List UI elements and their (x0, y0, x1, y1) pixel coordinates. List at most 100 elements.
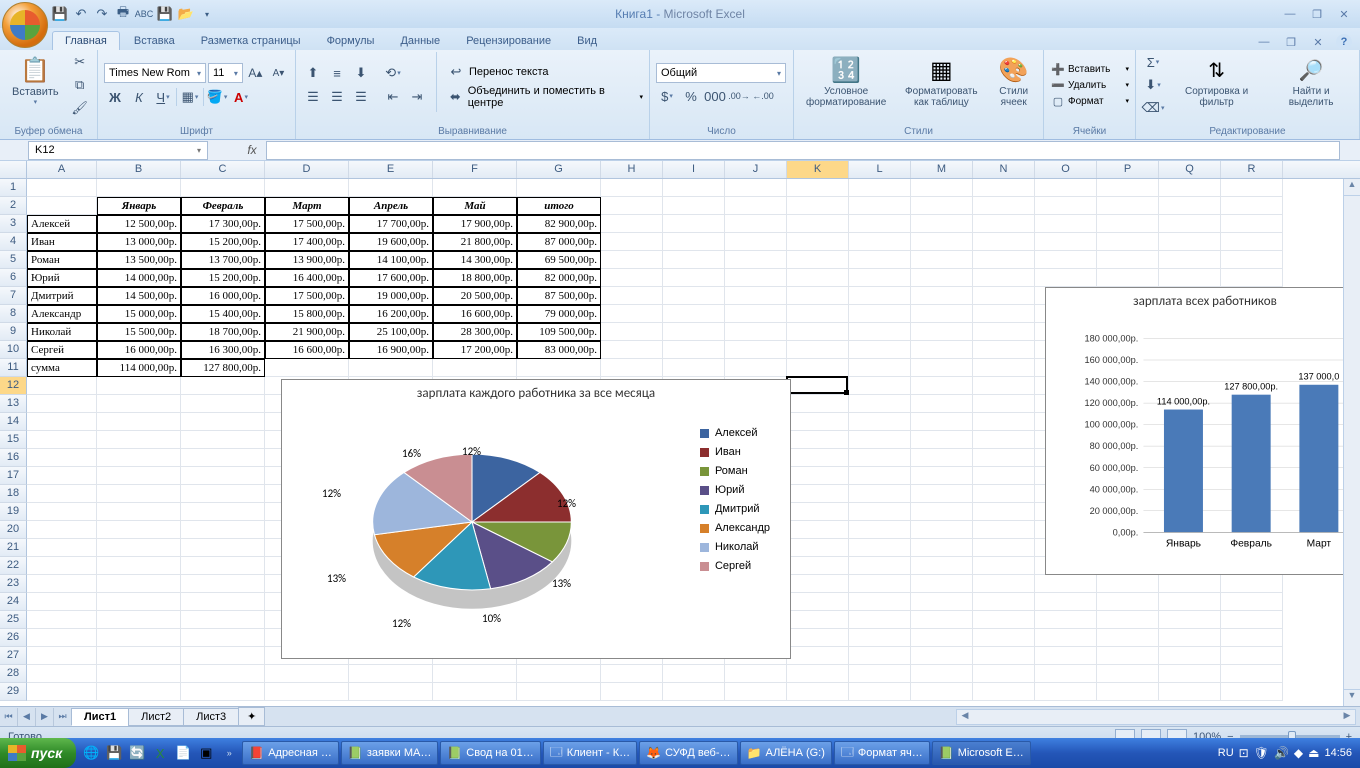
cell-N24[interactable] (973, 593, 1035, 611)
ql-app-icon[interactable]: ▣ (195, 741, 217, 765)
cell-N5[interactable] (973, 251, 1035, 269)
cell-N4[interactable] (973, 233, 1035, 251)
cell-N21[interactable] (973, 539, 1035, 557)
row-header-8[interactable]: 8 (0, 305, 27, 323)
cell-E29[interactable] (349, 683, 433, 701)
cell-D10[interactable]: 16 600,00р. (265, 341, 349, 359)
cell-C21[interactable] (181, 539, 265, 557)
cell-D28[interactable] (265, 665, 349, 683)
tray-volume-icon[interactable]: 🔊 (1274, 746, 1289, 760)
cell-Q28[interactable] (1159, 665, 1221, 683)
cell-C11[interactable]: 127 800,00р. (181, 359, 265, 377)
cell-R6[interactable] (1221, 269, 1283, 287)
cell-I28[interactable] (663, 665, 725, 683)
merge-center-button[interactable]: ⬌Объединить и поместить в центре▾ (445, 85, 643, 109)
cell-Q4[interactable] (1159, 233, 1221, 251)
cell-A18[interactable] (27, 485, 97, 503)
cell-N19[interactable] (973, 503, 1035, 521)
shrink-font-icon[interactable]: A▾ (268, 62, 289, 84)
cell-C9[interactable]: 18 700,00р. (181, 323, 265, 341)
cell-N6[interactable] (973, 269, 1035, 287)
col-header-E[interactable]: E (349, 161, 433, 178)
cell-L7[interactable] (849, 287, 911, 305)
cell-E2[interactable]: Апрель (349, 197, 433, 215)
cell-J2[interactable] (725, 197, 787, 215)
select-all-button[interactable] (0, 161, 27, 178)
decrease-decimal-icon[interactable]: ←.00 (752, 85, 774, 107)
cell-D4[interactable]: 17 400,00р. (265, 233, 349, 251)
cell-B5[interactable]: 13 500,00р. (97, 251, 181, 269)
cell-O5[interactable] (1035, 251, 1097, 269)
cell-H1[interactable] (601, 179, 663, 197)
cell-A29[interactable] (27, 683, 97, 701)
save-icon[interactable]: 💾 (52, 6, 68, 22)
ql-excel-icon[interactable]: X (149, 741, 171, 765)
cell-H6[interactable] (601, 269, 663, 287)
cell-P23[interactable] (1097, 575, 1159, 593)
spellcheck-icon[interactable]: ABC (136, 6, 152, 22)
cell-L22[interactable] (849, 557, 911, 575)
clear-icon[interactable]: ⌫ (1142, 97, 1164, 118)
autosum-icon[interactable]: Σ (1142, 52, 1164, 73)
cell-L28[interactable] (849, 665, 911, 683)
cell-O1[interactable] (1035, 179, 1097, 197)
cell-C29[interactable] (181, 683, 265, 701)
cell-H2[interactable] (601, 197, 663, 215)
scroll-up-icon[interactable]: ▲ (1344, 179, 1360, 196)
font-name-combo[interactable]: Times New Rom (104, 63, 206, 83)
cell-M26[interactable] (911, 629, 973, 647)
cell-A6[interactable]: Юрий (27, 269, 97, 287)
cell-M13[interactable] (911, 395, 973, 413)
cell-A14[interactable] (27, 413, 97, 431)
cell-G4[interactable]: 87 000,00р. (517, 233, 601, 251)
cell-R28[interactable] (1221, 665, 1283, 683)
cell-K3[interactable] (787, 215, 849, 233)
cell-L16[interactable] (849, 449, 911, 467)
cell-O28[interactable] (1035, 665, 1097, 683)
cell-L3[interactable] (849, 215, 911, 233)
row-header-4[interactable]: 4 (0, 233, 27, 251)
cell-K12[interactable] (787, 377, 849, 395)
cell-M5[interactable] (911, 251, 973, 269)
cell-P25[interactable] (1097, 611, 1159, 629)
cell-N9[interactable] (973, 323, 1035, 341)
cell-D7[interactable]: 17 500,00р. (265, 287, 349, 305)
cell-M25[interactable] (911, 611, 973, 629)
align-left-icon[interactable]: ☰ (302, 86, 324, 108)
cell-A23[interactable] (27, 575, 97, 593)
row-header-19[interactable]: 19 (0, 503, 27, 521)
sheet-tab-2[interactable]: Лист2 (128, 708, 184, 726)
cell-A3[interactable]: Алексей (27, 215, 97, 233)
cell-L15[interactable] (849, 431, 911, 449)
fx-icon[interactable]: fx (238, 143, 266, 157)
cell-A24[interactable] (27, 593, 97, 611)
cell-N2[interactable] (973, 197, 1035, 215)
cell-Q26[interactable] (1159, 629, 1221, 647)
sheet-tab-3[interactable]: Лист3 (183, 708, 239, 726)
cell-M8[interactable] (911, 305, 973, 323)
orientation-icon[interactable]: ⟲ (382, 62, 404, 84)
cell-J1[interactable] (725, 179, 787, 197)
cell-B19[interactable] (97, 503, 181, 521)
cell-F4[interactable]: 21 800,00р. (433, 233, 517, 251)
cell-M20[interactable] (911, 521, 973, 539)
row-header-25[interactable]: 25 (0, 611, 27, 629)
cell-B2[interactable]: Январь (97, 197, 181, 215)
cell-A27[interactable] (27, 647, 97, 665)
cell-Q5[interactable] (1159, 251, 1221, 269)
sheet-tab-new[interactable]: ✦ (238, 707, 265, 726)
cell-N10[interactable] (973, 341, 1035, 359)
formula-input[interactable] (266, 141, 1340, 160)
cell-C23[interactable] (181, 575, 265, 593)
col-header-A[interactable]: A (27, 161, 97, 178)
cell-F3[interactable]: 17 900,00р. (433, 215, 517, 233)
cell-O24[interactable] (1035, 593, 1097, 611)
cell-A25[interactable] (27, 611, 97, 629)
cell-B20[interactable] (97, 521, 181, 539)
row-header-20[interactable]: 20 (0, 521, 27, 539)
cell-M6[interactable] (911, 269, 973, 287)
col-header-Q[interactable]: Q (1159, 161, 1221, 178)
taskbar-item[interactable]: 📗Microsoft E… (932, 741, 1031, 765)
cell-L8[interactable] (849, 305, 911, 323)
cell-B16[interactable] (97, 449, 181, 467)
